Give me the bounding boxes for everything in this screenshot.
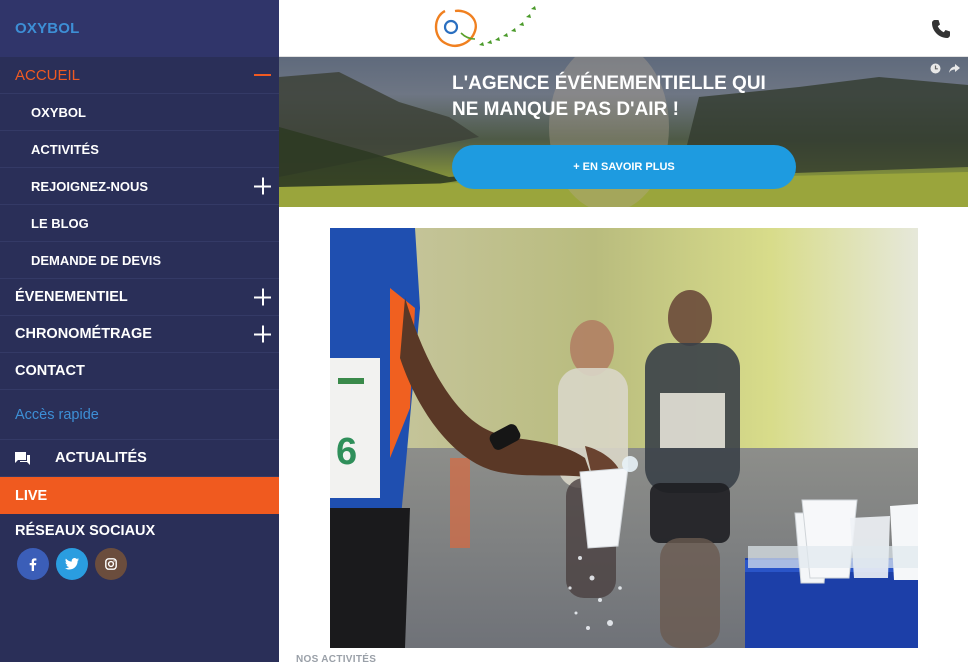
submenu-label: DEMANDE DE DEVIS — [31, 252, 162, 268]
top-header — [279, 0, 968, 57]
collapse-icon[interactable] — [254, 74, 271, 76]
instagram-icon[interactable] — [95, 548, 127, 580]
hero-banner: L'AGENCE ÉVÉNEMENTIELLE QUI NE MANQUE PA… — [279, 57, 968, 207]
twitter-icon[interactable] — [56, 548, 88, 580]
menu-label: ACCUEIL — [15, 66, 81, 84]
submenu-label: LE BLOG — [31, 215, 89, 231]
submenu-item-oxybol[interactable]: OXYBOL — [0, 94, 279, 131]
bib-number: 6 — [336, 431, 357, 473]
expand-icon[interactable] — [254, 288, 271, 306]
section-label-activities: NOS ACTIVITÉS — [296, 654, 377, 665]
menu-label: CONTACT — [15, 363, 85, 379]
news-label: ACTUALITÉS — [55, 450, 147, 466]
quick-access-heading: Accès rapide — [0, 390, 279, 440]
phone-icon[interactable] — [931, 19, 951, 39]
hero-headline-line-1: L'AGENCE ÉVÉNEMENTIELLE QUI — [452, 73, 766, 94]
facebook-icon[interactable] — [17, 548, 49, 580]
menu-item-chronometrage[interactable]: CHRONOMÉTRAGE — [0, 316, 279, 353]
quick-access-label: Accès rapide — [15, 406, 99, 423]
submenu-label: OXYBOL — [31, 104, 86, 120]
social-links — [0, 548, 279, 580]
social-heading: RÉSEAUX SOCIAUX — [0, 514, 279, 548]
menu-label: CHRONOMÉTRAGE — [15, 326, 152, 342]
social-heading-label: RÉSEAUX SOCIAUX — [15, 523, 156, 539]
live-link[interactable]: LIVE — [0, 477, 279, 514]
expand-icon[interactable] — [254, 325, 271, 343]
chat-icon — [15, 451, 30, 465]
hero-headline-line-2: NE MANQUE PAS D'AIR ! — [452, 99, 679, 120]
submenu-label: REJOIGNEZ-NOUS — [31, 178, 149, 194]
expand-icon[interactable] — [254, 177, 271, 195]
runner-water-photo: 6 — [330, 228, 918, 648]
submenu-label: ACTIVITÉS — [31, 141, 99, 157]
hero-controls — [930, 63, 960, 74]
learn-more-button[interactable]: + EN SAVOIR PLUS — [452, 145, 796, 189]
oxybol-logo[interactable] — [431, 3, 541, 55]
menu-item-accueil[interactable]: ACCUEIL — [0, 57, 279, 94]
menu-label: ÉVENEMENTIEL — [15, 289, 128, 305]
hero-headline: L'AGENCE ÉVÉNEMENTIELLE QUI NE MANQUE PA… — [452, 71, 812, 123]
submenu-item-rejoignez-nous[interactable]: REJOIGNEZ-NOUS — [0, 168, 279, 205]
news-link[interactable]: ACTUALITÉS — [0, 440, 279, 477]
clock-icon[interactable] — [930, 63, 941, 74]
menu-item-contact[interactable]: CONTACT — [0, 353, 279, 390]
brand[interactable]: OXYBOL — [0, 0, 279, 57]
share-icon[interactable] — [949, 63, 960, 74]
submenu-item-le-blog[interactable]: LE BLOG — [0, 205, 279, 242]
live-label: LIVE — [15, 487, 48, 504]
submenu-item-demande-de-devis[interactable]: DEMANDE DE DEVIS — [0, 242, 279, 279]
brand-name: OXYBOL — [15, 20, 80, 37]
menu-item-evenementiel[interactable]: ÉVENEMENTIEL — [0, 279, 279, 316]
submenu-item-activites[interactable]: ACTIVITÉS — [0, 131, 279, 168]
sidebar: OXYBOL ACCUEIL OXYBOL ACTIVITÉS REJOIGNE… — [0, 0, 279, 662]
